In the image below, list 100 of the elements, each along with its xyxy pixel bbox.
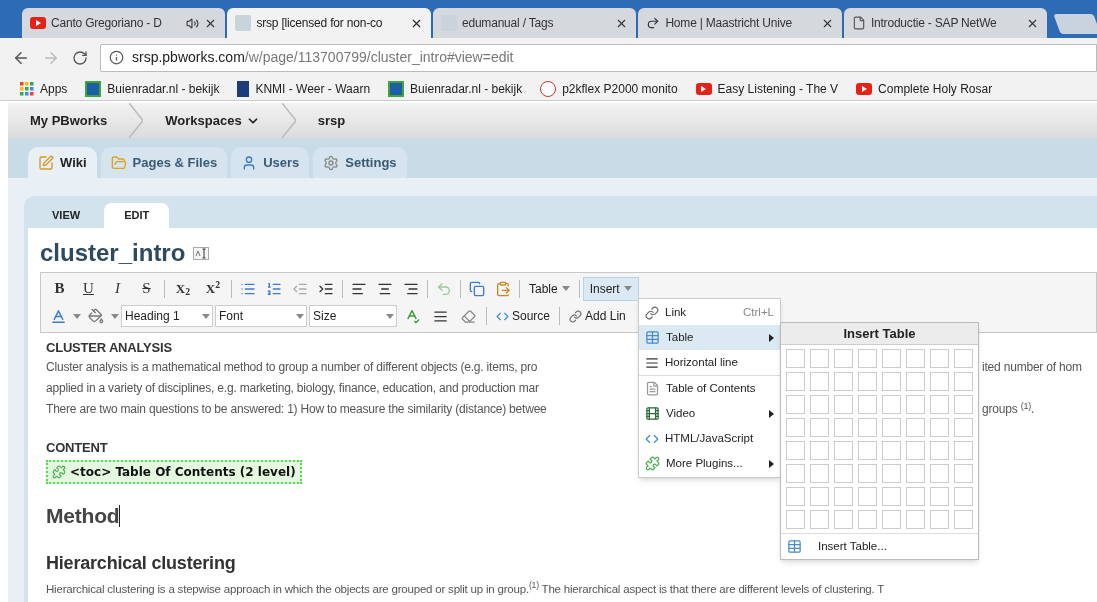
bookmark[interactable]: Apps [20, 79, 68, 98]
grid-cell[interactable] [906, 372, 925, 391]
format-button[interactable]: S [132, 276, 161, 301]
grid-cell[interactable] [882, 372, 901, 391]
grid-cell[interactable] [810, 418, 829, 437]
browser-tab[interactable]: Home | Maastricht Unive [638, 8, 842, 38]
reload-icon[interactable] [72, 49, 88, 66]
grid-cell[interactable] [810, 372, 829, 391]
breadcrumb-link[interactable]: Workspaces [143, 103, 282, 138]
grid-cell[interactable] [882, 349, 901, 368]
mode-tab[interactable]: VIEW [32, 203, 101, 228]
insert-table-item[interactable]: Insert Table... [781, 533, 978, 559]
grid-cell[interactable] [810, 349, 829, 368]
grid-cell[interactable] [954, 441, 973, 460]
grid-cell[interactable] [954, 395, 973, 414]
grid-cell[interactable] [954, 510, 973, 529]
grid-cell[interactable] [930, 441, 949, 460]
menu-item[interactable]: Link Ctrl+L [639, 300, 780, 325]
nav-tab[interactable]: Settings [313, 147, 407, 178]
toc-placeholder[interactable]: <toc> Table Of Contents (2 level) [46, 460, 302, 484]
format-button[interactable]: U [74, 276, 103, 301]
grid-cell[interactable] [930, 464, 949, 483]
bookmark[interactable]: Complete Holy Rosar [856, 79, 993, 98]
grid-cell[interactable] [786, 349, 805, 368]
format-button[interactable]: I [103, 276, 132, 301]
grid-cell[interactable] [858, 418, 877, 437]
style-select[interactable]: Heading 1 [121, 305, 213, 327]
grid-cell[interactable] [810, 441, 829, 460]
grid-cell[interactable] [858, 510, 877, 529]
grid-cell[interactable] [858, 464, 877, 483]
script-button[interactable]: X$_{2}$ [168, 276, 198, 301]
grid-cell[interactable] [786, 510, 805, 529]
grid-cell[interactable] [954, 418, 973, 437]
mode-tab[interactable]: EDIT [104, 203, 170, 228]
rename-icon[interactable] [193, 246, 210, 260]
grid-cell[interactable] [906, 349, 925, 368]
grid-cell[interactable] [930, 372, 949, 391]
grid-cell[interactable] [882, 487, 901, 506]
grid-cell[interactable] [906, 395, 925, 414]
grid-cell[interactable] [786, 418, 805, 437]
grid-cell[interactable] [906, 510, 925, 529]
grid-cell[interactable] [858, 487, 877, 506]
grid-cell[interactable] [786, 441, 805, 460]
grid-cell[interactable] [834, 395, 853, 414]
breadcrumb-link[interactable]: srsp [295, 103, 368, 138]
source-button[interactable]: Source [492, 307, 555, 325]
grid-cell[interactable] [834, 510, 853, 529]
grid-cell[interactable] [810, 464, 829, 483]
breadcrumb-link[interactable]: My PBworks [8, 103, 130, 138]
nav-tab[interactable]: Pages & Files [100, 147, 228, 178]
grid-cell[interactable] [834, 349, 853, 368]
menu-item[interactable]: HTML/JavaScript [639, 426, 780, 451]
grid-cell[interactable] [858, 372, 877, 391]
menu-item[interactable]: More Plugins... [639, 451, 780, 476]
grid-cell[interactable] [930, 349, 949, 368]
grid-cell[interactable] [810, 510, 829, 529]
grid-cell[interactable] [882, 510, 901, 529]
bookmark[interactable]: Buienradar.nl - bekijk [388, 79, 523, 98]
grid-cell[interactable] [786, 372, 805, 391]
grid-cell[interactable] [834, 487, 853, 506]
menu-item[interactable]: Video [639, 401, 780, 426]
grid-cell[interactable] [930, 487, 949, 506]
grid-cell[interactable] [906, 487, 925, 506]
grid-cell[interactable] [906, 418, 925, 437]
format-button[interactable]: B [45, 276, 74, 301]
browser-tab[interactable]: srsp [licensed for non-co [227, 8, 431, 38]
bookmark[interactable]: Easy Listening - The V [695, 79, 839, 98]
grid-cell[interactable] [882, 418, 901, 437]
style-select[interactable]: Font [215, 305, 307, 327]
grid-cell[interactable] [858, 349, 877, 368]
nav-tab[interactable]: Wiki [28, 147, 97, 178]
grid-cell[interactable] [906, 441, 925, 460]
menu-item[interactable]: Table [639, 325, 780, 350]
grid-cell[interactable] [954, 487, 973, 506]
browser-tab[interactable]: Canto Gregoriano - D [22, 8, 226, 38]
toolbar-menu[interactable]: Table [523, 276, 576, 301]
bookmark[interactable]: p2kflex P2000 monito [540, 79, 678, 98]
grid-cell[interactable] [882, 464, 901, 483]
style-select[interactable]: Size [309, 305, 397, 327]
add-link-button[interactable]: Add Lin [565, 307, 630, 325]
grid-cell[interactable] [882, 395, 901, 414]
browser-tab[interactable]: Introductie - SAP NetWe [843, 8, 1048, 38]
grid-cell[interactable] [834, 372, 853, 391]
address-field[interactable]: srsp.pbworks.com/w/page/113700799/cluster_intro#view=edit [100, 43, 1097, 72]
browser-tab[interactable]: edumanual / Tags [432, 8, 637, 38]
new-tab-button[interactable] [1053, 14, 1097, 34]
grid-cell[interactable] [786, 395, 805, 414]
script-button[interactable]: X$^{2}$ [198, 276, 228, 301]
grid-cell[interactable] [930, 418, 949, 437]
grid-cell[interactable] [954, 372, 973, 391]
menu-item[interactable]: Table of Contents [639, 376, 780, 401]
bookmark[interactable]: KNMI - Weer - Waarn [237, 79, 371, 98]
grid-cell[interactable] [930, 510, 949, 529]
grid-cell[interactable] [882, 441, 901, 460]
bookmark[interactable]: Buienradar.nl - bekijk [85, 79, 220, 98]
grid-cell[interactable] [834, 464, 853, 483]
nav-tab[interactable]: Users [231, 147, 310, 178]
grid-cell[interactable] [786, 464, 805, 483]
toolbar-menu[interactable]: Insert [582, 276, 639, 301]
grid-cell[interactable] [858, 441, 877, 460]
